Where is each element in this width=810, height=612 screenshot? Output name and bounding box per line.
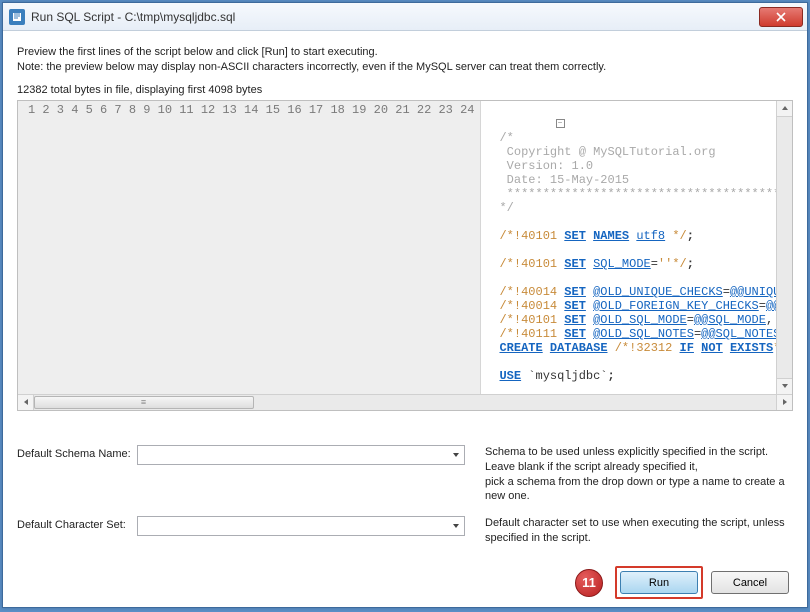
preview-line-2: Note: the preview below may display non-… <box>17 60 793 75</box>
line-gutter: 1 2 3 4 5 6 7 8 9 10 11 12 13 14 15 16 1… <box>18 101 481 394</box>
sql-editor: 1 2 3 4 5 6 7 8 9 10 11 12 13 14 15 16 1… <box>17 100 793 411</box>
run-button[interactable]: Run <box>620 571 698 594</box>
app-icon <box>9 9 25 25</box>
fold-column: − − <box>483 103 495 394</box>
code-area[interactable]: − − /* Copyright @ MySQLTutorial.org Ver… <box>481 101 776 394</box>
horizontal-scrollbar[interactable]: ≡ <box>18 394 792 410</box>
charset-help: Default character set to use when execut… <box>485 516 793 546</box>
close-button[interactable] <box>759 7 803 27</box>
cancel-button[interactable]: Cancel <box>711 571 789 594</box>
dialog-window: Run SQL Script - C:\tmp\mysqljdbc.sql Pr… <box>2 2 808 608</box>
charset-combo[interactable] <box>137 516 465 536</box>
button-row: 11 Run Cancel <box>17 566 793 599</box>
window-title: Run SQL Script - C:\tmp\mysqljdbc.sql <box>31 10 759 24</box>
scrollbar-track[interactable]: ≡ <box>34 395 776 410</box>
titlebar: Run SQL Script - C:\tmp\mysqljdbc.sql <box>3 3 807 31</box>
preview-line-1: Preview the first lines of the script be… <box>17 45 793 60</box>
preview-instructions: Preview the first lines of the script be… <box>17 45 793 76</box>
dialog-content: Preview the first lines of the script be… <box>3 31 807 607</box>
fold-icon[interactable]: − <box>556 119 565 128</box>
schema-label: Default Schema Name: <box>17 445 137 460</box>
annotation-badge: 11 <box>575 569 603 597</box>
scroll-left-icon[interactable] <box>18 395 34 410</box>
scroll-right-icon[interactable] <box>776 395 792 410</box>
options-form: Default Schema Name: Schema to be used u… <box>17 445 793 558</box>
vertical-scrollbar[interactable] <box>776 101 792 394</box>
dropdown-icon[interactable] <box>448 447 463 463</box>
charset-label: Default Character Set: <box>17 516 137 531</box>
run-highlight: Run <box>615 566 703 599</box>
schema-combo[interactable] <box>137 445 465 465</box>
schema-help: Schema to be used unless explicitly spec… <box>485 445 793 504</box>
dropdown-icon[interactable] <box>448 518 463 534</box>
byte-info: 12382 total bytes in file, displaying fi… <box>17 84 793 96</box>
schema-input[interactable] <box>137 445 465 465</box>
scroll-down-icon[interactable] <box>777 378 792 394</box>
charset-input[interactable] <box>137 516 465 536</box>
scrollbar-thumb[interactable]: ≡ <box>34 396 254 409</box>
scroll-up-icon[interactable] <box>777 101 792 117</box>
